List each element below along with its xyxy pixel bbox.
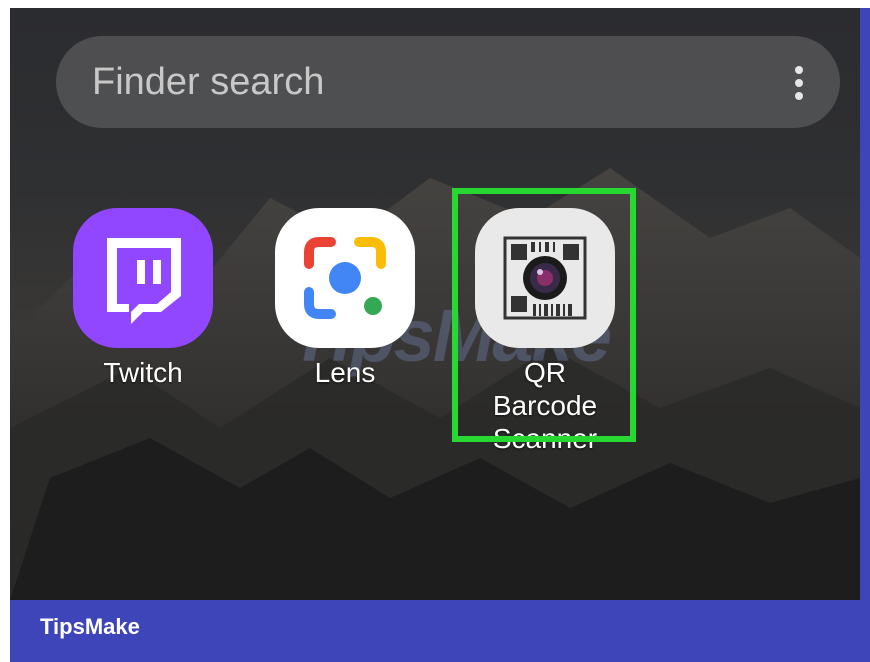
app-label-lens: Lens [314, 357, 376, 388]
home-screen-wallpaper: Finder search TipsMake Twitch Lens QR Ba… [10, 8, 860, 600]
search-placeholder: Finder search [92, 61, 325, 103]
twitch-icon [73, 208, 213, 348]
app-lens[interactable]: Lens [270, 208, 420, 389]
finder-search-bar[interactable]: Finder search [56, 36, 840, 128]
footer-brand-label: TipsMake [40, 614, 140, 639]
app-label-twitch: Twitch [103, 357, 183, 388]
more-options-icon[interactable] [794, 66, 804, 100]
image-frame: Finder search TipsMake Twitch Lens QR Ba… [0, 0, 870, 662]
lens-icon [275, 208, 415, 348]
app-twitch[interactable]: Twitch [68, 208, 218, 389]
highlight-box [452, 188, 636, 442]
